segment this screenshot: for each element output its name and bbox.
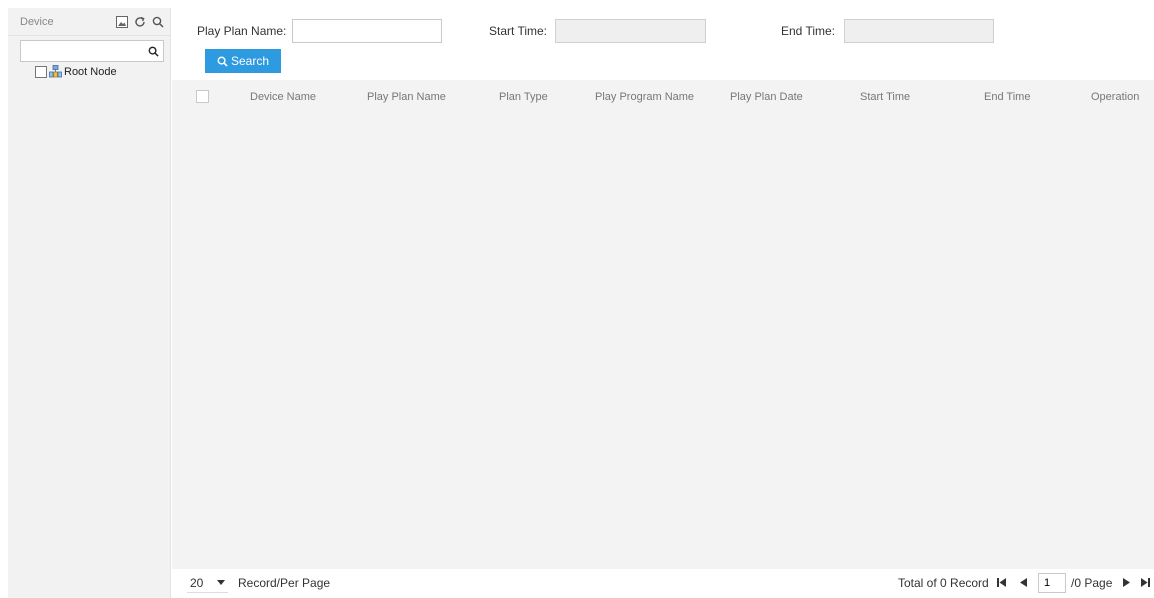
last-page-icon[interactable]: [1139, 576, 1151, 589]
column-header[interactable]: Play Plan Name: [367, 91, 446, 103]
column-header[interactable]: Plan Type: [499, 91, 548, 103]
column-header[interactable]: End Time: [984, 91, 1030, 103]
device-panel-title: Device: [20, 15, 54, 28]
device-panel-header: Device: [8, 8, 170, 36]
column-header[interactable]: Device Name: [250, 91, 316, 103]
column-header[interactable]: Play Program Name: [595, 91, 694, 103]
prev-page-icon[interactable]: [1017, 576, 1029, 589]
page-count-label: /0 Page: [1071, 576, 1113, 590]
column-header[interactable]: Start Time: [860, 91, 910, 103]
device-group-icon: [49, 65, 62, 78]
play-plan-name-label: Play Plan Name:: [197, 24, 287, 38]
per-page-value: 20: [190, 575, 204, 590]
search-icon[interactable]: [151, 15, 164, 28]
tree-node-root[interactable]: Root Node: [35, 65, 170, 78]
start-time-input[interactable]: [555, 19, 706, 43]
next-page-icon[interactable]: [1120, 576, 1132, 589]
total-records: Total of 0 Record: [898, 576, 989, 590]
image-icon[interactable]: [115, 15, 128, 28]
refresh-icon[interactable]: [133, 15, 146, 28]
chevron-down-icon: [217, 579, 225, 586]
select-all-checkbox[interactable]: [196, 90, 209, 103]
search-button-label: Search: [230, 54, 270, 68]
tree-node-checkbox[interactable]: [35, 65, 47, 78]
search-icon[interactable]: [148, 46, 159, 57]
device-panel: Device Root Node: [3, 8, 171, 598]
device-panel-toolbar: [115, 15, 164, 28]
table-header: Device Name Play Plan Name Plan Type Pla…: [172, 81, 1154, 113]
table-body: [172, 113, 1154, 568]
column-header[interactable]: Play Plan Date: [730, 91, 803, 103]
first-page-icon[interactable]: [995, 576, 1007, 589]
end-time-input[interactable]: [844, 19, 994, 43]
start-time-label: Start Time:: [489, 24, 548, 38]
device-search-input[interactable]: [3, 42, 148, 60]
search-button[interactable]: Search: [205, 49, 281, 73]
filter-bar: Play Plan Name: Start Time: End Time: Se…: [172, 8, 1154, 80]
per-page-select[interactable]: 20: [187, 573, 228, 593]
device-search-box: [3, 40, 164, 62]
tree-node-label[interactable]: Root Node: [64, 66, 117, 78]
end-time-label: End Time:: [781, 24, 836, 38]
play-plan-name-input[interactable]: [292, 19, 442, 43]
page-number-input[interactable]: [1038, 573, 1066, 593]
play-plan-main: Play Plan Name: Start Time: End Time: Se…: [172, 8, 1154, 598]
per-page-label: Record/Per Page: [238, 576, 331, 590]
pagination-bar: 20 Record/Per Page Total of 0 Record /0 …: [172, 569, 1154, 598]
search-icon: [217, 56, 228, 67]
column-header[interactable]: Operation: [1091, 91, 1139, 103]
